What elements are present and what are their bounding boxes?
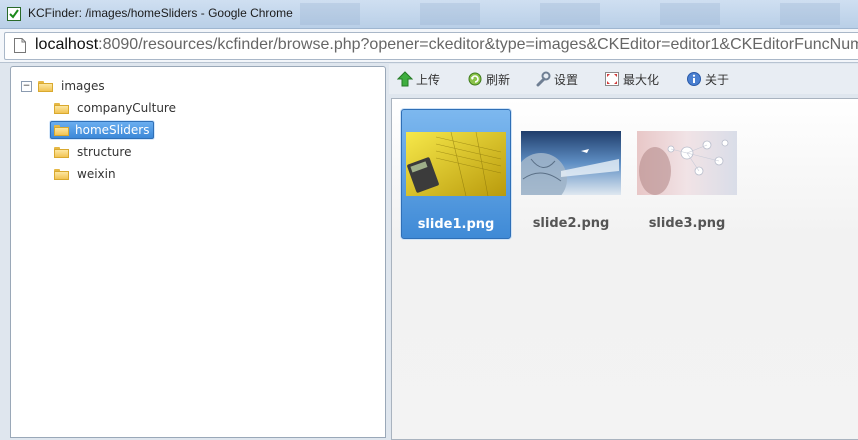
file-name: slide3.png	[648, 216, 726, 231]
tree-item-weixin[interactable]: weixin	[54, 164, 118, 184]
tree-item-label: structure	[77, 145, 132, 159]
image-thumbnail	[406, 132, 506, 196]
page-icon	[14, 38, 26, 53]
tree-item-label: weixin	[77, 167, 116, 181]
upload-label: 上传	[416, 72, 441, 87]
refresh-icon	[468, 72, 482, 86]
background-window-tabs	[300, 3, 858, 25]
maximize-icon	[605, 72, 619, 86]
tree-item-structure[interactable]: structure	[54, 142, 133, 162]
tree-item-companyculture[interactable]: companyCulture	[54, 98, 178, 118]
url-text: localhost:8090/resources/kcfinder/browse…	[35, 36, 858, 54]
about-label: 关于	[705, 72, 730, 87]
file-item-slide3[interactable]: slide3.png	[633, 109, 741, 237]
upload-arrow-icon	[397, 71, 413, 87]
maximize-button[interactable]: 最大化	[604, 70, 659, 88]
tree-item-label: homeSliders	[75, 123, 150, 137]
image-thumbnail	[637, 131, 737, 195]
kcfinder-checkmark-icon	[7, 7, 21, 21]
folder-icon	[54, 102, 69, 114]
tree-item-label: companyCulture	[77, 101, 176, 115]
folder-icon	[38, 80, 53, 92]
tree-item-selected: homeSliders	[50, 121, 154, 139]
folder-icon	[54, 146, 69, 158]
file-list-pane: slide1.png slide2.png slide3.png	[391, 98, 858, 440]
refresh-label: 刷新	[486, 72, 511, 87]
file-name: slide1.png	[417, 217, 495, 232]
toolbar: 上传 刷新 设置 最大化 关于	[389, 64, 858, 94]
info-icon	[687, 72, 701, 86]
tree-item-label: images	[61, 79, 105, 93]
settings-button[interactable]: 设置	[535, 70, 578, 88]
url-input[interactable]: localhost:8090/resources/kcfinder/browse…	[4, 32, 858, 60]
address-bar: localhost:8090/resources/kcfinder/browse…	[0, 29, 858, 63]
url-path: :8090/resources/kcfinder/browse.php?open…	[98, 36, 858, 53]
maximize-label: 最大化	[623, 72, 660, 87]
image-thumbnail	[521, 131, 621, 195]
refresh-button[interactable]: 刷新	[467, 70, 510, 88]
upload-button[interactable]: 上传	[397, 70, 440, 88]
tree-item-homesliders[interactable]: homeSliders	[50, 120, 154, 140]
folder-icon	[54, 124, 69, 136]
tree-item-images[interactable]: − images	[21, 76, 107, 96]
file-item-slide1[interactable]: slide1.png	[401, 109, 511, 239]
file-name: slide2.png	[532, 216, 610, 231]
window-title: KCFinder: /images/homeSliders - Google C…	[28, 6, 293, 20]
wrench-icon	[536, 71, 551, 87]
about-button[interactable]: 关于	[686, 70, 729, 88]
settings-label: 设置	[554, 72, 579, 87]
window-titlebar: KCFinder: /images/homeSliders - Google C…	[0, 0, 858, 29]
file-item-slide2[interactable]: slide2.png	[517, 109, 625, 237]
url-host: localhost	[35, 36, 99, 53]
folder-tree-pane: − images companyCulture homeSliders stru…	[10, 66, 386, 438]
folder-icon	[54, 168, 69, 180]
collapse-icon[interactable]: −	[21, 80, 32, 92]
